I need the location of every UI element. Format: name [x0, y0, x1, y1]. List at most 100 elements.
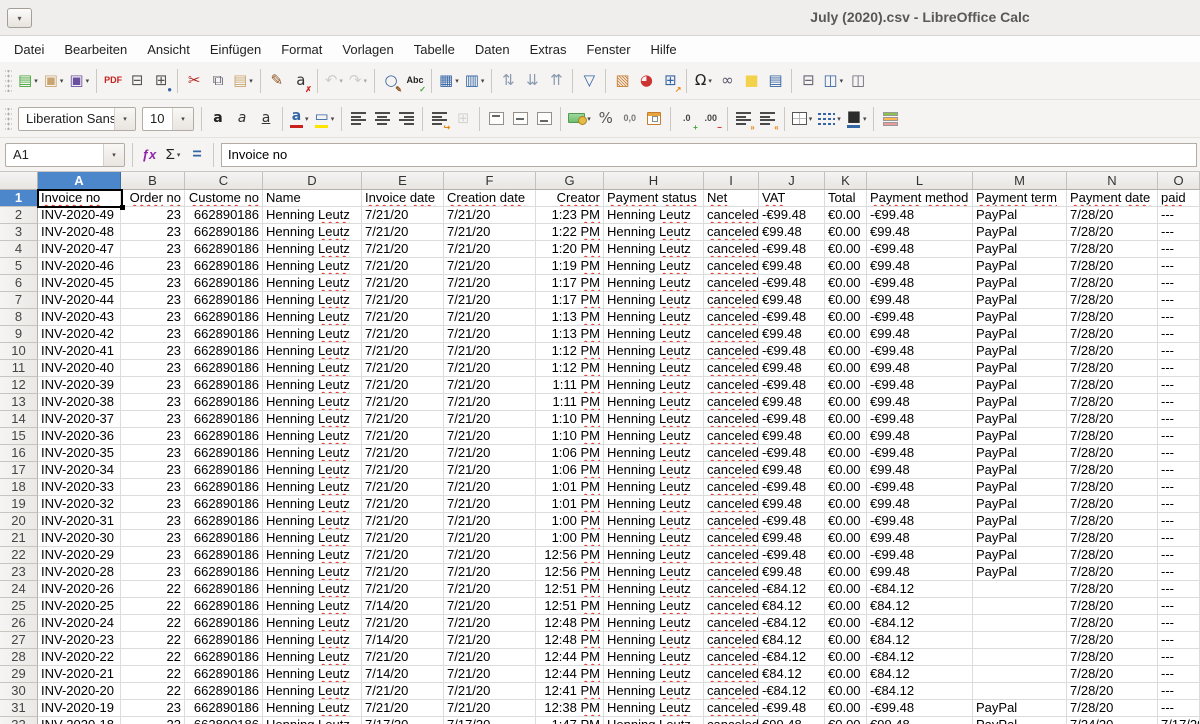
cell-N30[interactable]: 7/28/20	[1067, 683, 1158, 700]
cell-M5[interactable]: PayPal	[973, 258, 1067, 275]
cell-J31[interactable]: -€99.48	[759, 700, 825, 717]
cell-O6[interactable]: ---	[1158, 275, 1200, 292]
chevron-down-icon[interactable]: ▾	[103, 144, 124, 166]
cell-A28[interactable]: INV-2020-22	[38, 649, 121, 666]
cell-D9[interactable]: Henning Leutz	[263, 326, 362, 343]
cell-B14[interactable]: 23	[121, 411, 185, 428]
clear-formatting-button[interactable]: a✗	[289, 67, 313, 94]
chevron-down-icon[interactable]: ▾	[249, 77, 253, 85]
cell-C31[interactable]: 662890186	[185, 700, 263, 717]
cell-H27[interactable]: Henning Leutz	[604, 632, 704, 649]
cell-J26[interactable]: -€84.12	[759, 615, 825, 632]
chevron-down-icon[interactable]: ▾	[809, 115, 813, 123]
cell-E18[interactable]: 7/21/20	[362, 479, 444, 496]
split-window-button[interactable]: ◫	[846, 67, 870, 94]
cell-A3[interactable]: INV-2020-48	[38, 224, 121, 241]
cell-E32[interactable]: 7/17/20	[362, 717, 444, 724]
cell-I8[interactable]: canceled	[704, 309, 759, 326]
cell-F18[interactable]: 7/21/20	[444, 479, 536, 496]
column-header-O[interactable]: O	[1158, 172, 1200, 190]
cell-M1[interactable]: Payment term	[973, 190, 1067, 207]
cell-F28[interactable]: 7/21/20	[444, 649, 536, 666]
row-header-29[interactable]: 29	[0, 666, 38, 683]
cell-L19[interactable]: €99.48	[867, 496, 973, 513]
cell-J9[interactable]: €99.48	[759, 326, 825, 343]
cell-K14[interactable]: €0.00	[825, 411, 867, 428]
cell-E23[interactable]: 7/21/20	[362, 564, 444, 581]
cell-O5[interactable]: ---	[1158, 258, 1200, 275]
cell-B7[interactable]: 23	[121, 292, 185, 309]
cell-E14[interactable]: 7/21/20	[362, 411, 444, 428]
chevron-down-icon[interactable]: ▾	[86, 77, 90, 85]
cell-G4[interactable]: 1:20 PM	[536, 241, 604, 258]
cell-H24[interactable]: Henning Leutz	[604, 581, 704, 598]
cell-B21[interactable]: 23	[121, 530, 185, 547]
cell-H3[interactable]: Henning Leutz	[604, 224, 704, 241]
cell-J1[interactable]: VAT	[759, 190, 825, 207]
cell-B8[interactable]: 23	[121, 309, 185, 326]
bold-button[interactable]: a	[206, 105, 230, 132]
column-header-C[interactable]: C	[185, 172, 263, 190]
cell-K30[interactable]: €0.00	[825, 683, 867, 700]
row-header-25[interactable]: 25	[0, 598, 38, 615]
cell-M13[interactable]: PayPal	[973, 394, 1067, 411]
cell-J19[interactable]: €99.48	[759, 496, 825, 513]
cell-A14[interactable]: INV-2020-37	[38, 411, 121, 428]
cell-J21[interactable]: €99.48	[759, 530, 825, 547]
cell-L7[interactable]: €99.48	[867, 292, 973, 309]
cell-J13[interactable]: €99.48	[759, 394, 825, 411]
column-header-A[interactable]: A	[38, 172, 121, 190]
cell-N6[interactable]: 7/28/20	[1067, 275, 1158, 292]
cell-K23[interactable]: €0.00	[825, 564, 867, 581]
cell-F21[interactable]: 7/21/20	[444, 530, 536, 547]
cell-D6[interactable]: Henning Leutz	[263, 275, 362, 292]
row-header-10[interactable]: 10	[0, 343, 38, 360]
row-header-27[interactable]: 27	[0, 632, 38, 649]
cell-I18[interactable]: canceled	[704, 479, 759, 496]
sort-button[interactable]: ⇅	[496, 67, 520, 94]
row-header-23[interactable]: 23	[0, 564, 38, 581]
cell-M8[interactable]: PayPal	[973, 309, 1067, 326]
cell-L30[interactable]: -€84.12	[867, 683, 973, 700]
row-header-2[interactable]: 2	[0, 207, 38, 224]
cell-E25[interactable]: 7/14/20	[362, 598, 444, 615]
cell-D21[interactable]: Henning Leutz	[263, 530, 362, 547]
cell-C26[interactable]: 662890186	[185, 615, 263, 632]
cell-F2[interactable]: 7/21/20	[444, 207, 536, 224]
cell-D16[interactable]: Henning Leutz	[263, 445, 362, 462]
cell-N7[interactable]: 7/28/20	[1067, 292, 1158, 309]
row-header-1[interactable]: 1	[0, 190, 38, 207]
cell-H4[interactable]: Henning Leutz	[604, 241, 704, 258]
border-style-button[interactable]: ▾	[815, 105, 844, 132]
cell-L2[interactable]: -€99.48	[867, 207, 973, 224]
cell-M2[interactable]: PayPal	[973, 207, 1067, 224]
cell-F10[interactable]: 7/21/20	[444, 343, 536, 360]
cell-K4[interactable]: €0.00	[825, 241, 867, 258]
row-header-22[interactable]: 22	[0, 547, 38, 564]
chevron-down-icon[interactable]: ▾	[837, 115, 841, 123]
cell-G24[interactable]: 12:51 PM	[536, 581, 604, 598]
cell-I14[interactable]: canceled	[704, 411, 759, 428]
font-name-combobox[interactable]: Liberation Sans▾	[18, 107, 136, 131]
cell-O27[interactable]: ---	[1158, 632, 1200, 649]
chevron-down-icon[interactable]: ▾	[60, 77, 64, 85]
cell-L3[interactable]: €99.48	[867, 224, 973, 241]
cell-O7[interactable]: ---	[1158, 292, 1200, 309]
cell-K31[interactable]: €0.00	[825, 700, 867, 717]
cell-E12[interactable]: 7/21/20	[362, 377, 444, 394]
column-header-D[interactable]: D	[263, 172, 362, 190]
row-header-17[interactable]: 17	[0, 462, 38, 479]
cell-M31[interactable]: PayPal	[973, 700, 1067, 717]
cell-C8[interactable]: 662890186	[185, 309, 263, 326]
column-header-K[interactable]: K	[825, 172, 867, 190]
cell-J15[interactable]: €99.48	[759, 428, 825, 445]
cell-M21[interactable]: PayPal	[973, 530, 1067, 547]
cell-D11[interactable]: Henning Leutz	[263, 360, 362, 377]
cell-F29[interactable]: 7/21/20	[444, 666, 536, 683]
chevron-down-icon[interactable]: ▾	[587, 115, 591, 123]
cell-M29[interactable]	[973, 666, 1067, 683]
cell-M28[interactable]	[973, 649, 1067, 666]
column-header-H[interactable]: H	[604, 172, 704, 190]
cell-H5[interactable]: Henning Leutz	[604, 258, 704, 275]
cell-M15[interactable]: PayPal	[973, 428, 1067, 445]
